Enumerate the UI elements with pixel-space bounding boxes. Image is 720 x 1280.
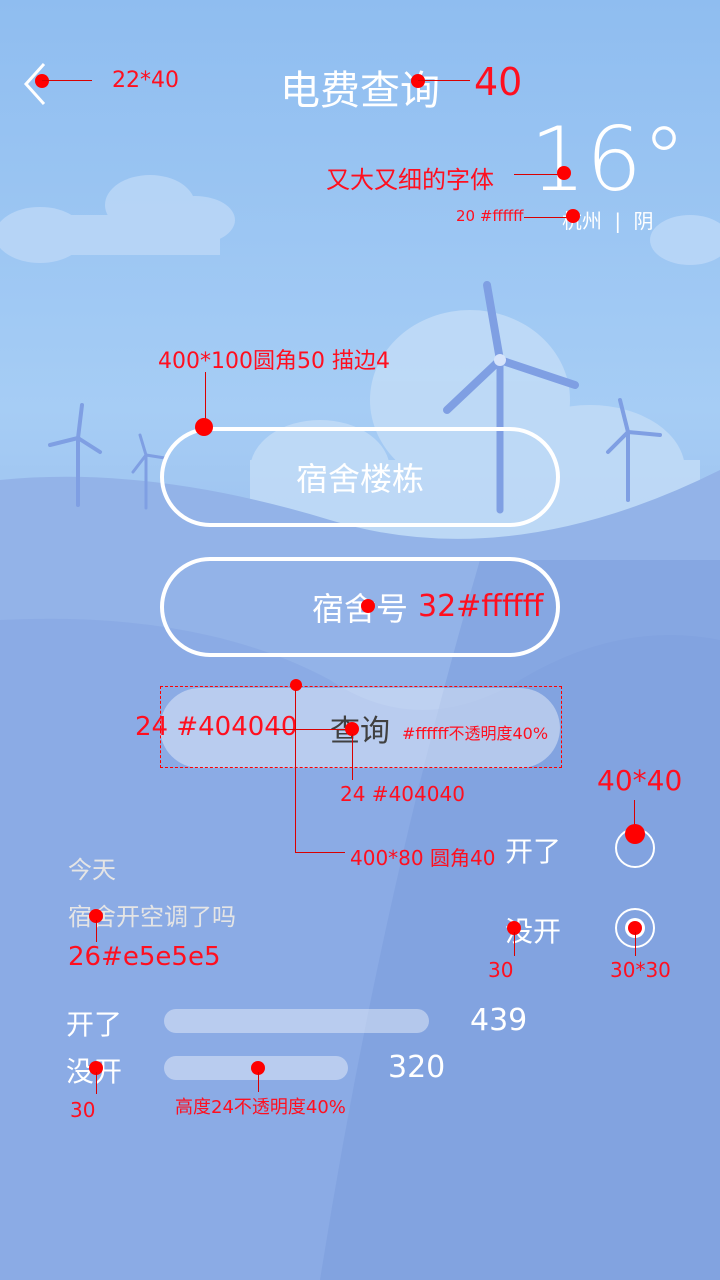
annotation-font-note: 又大又细的字体 [326,166,494,194]
room-label: 宿舍号 [311,590,408,628]
annotation-option-size: 30 [488,958,514,982]
annotation-dot [557,166,571,180]
annotation-line [273,729,345,730]
page-title: 电费查询 [280,68,440,114]
annotation-line [96,920,97,942]
annotation-line [352,734,353,780]
annotation-bar-spec: 高度24不透明度40% [175,1097,346,1118]
annotation-room-spec: 32#ffffff [418,589,544,624]
option-on-label: 开了 [505,835,562,868]
stat-off-count: 320 [388,1050,446,1085]
annotation-line [634,800,635,826]
building-select[interactable]: 宿舍楼栋 [160,427,560,527]
annotation-title-size: 40 [474,60,523,104]
annotation-line [258,1072,259,1092]
separator: | [614,209,622,233]
survey-date-label: 今天 [68,856,116,884]
annotation-radio-inner-size: 30*30 [610,958,671,982]
building-label: 宿舍楼栋 [295,460,424,498]
annotation-pill-spec: 400*100圆角50 描边4 [158,349,390,374]
temperature: 16° [530,108,686,211]
annotation-question-spec: 26#e5e5e5 [68,942,221,972]
stat-on-label: 开了 [66,1008,123,1041]
annotation-dot [195,418,213,436]
annotation-line [295,690,296,852]
annotation-line [635,932,636,956]
annotation-city-note: 20 #ffffff [456,207,524,225]
annotation-radio-size: 40*40 [597,764,683,797]
annotation-line [205,372,206,424]
annotation-dot [566,209,580,223]
annotation-query-right: #ffffff不透明度40% [402,724,549,743]
annotation-dot [361,599,375,613]
annotation-dot [625,824,645,844]
annotation-stat-size: 30 [70,1098,96,1122]
annotation-line [514,932,515,956]
annotation-line [96,1072,97,1094]
stat-on-count: 439 [470,1003,528,1038]
annotation-dot [35,74,49,88]
annotation-line [524,217,568,218]
annotation-back-size: 22*40 [112,68,179,93]
annotation-query-below: 24 #404040 [340,782,465,806]
annotation-line [42,80,92,81]
annotation-line [418,80,470,81]
stat-on-bar [164,1009,429,1033]
annotation-query-spec: 400*80 圆角40 [350,846,496,870]
annotation-query-left: 24 #404040 [135,712,298,742]
annotation-dot [411,74,425,88]
annotation-line [295,852,345,853]
annotation-dot [290,679,302,691]
weather-condition: 阴 [633,209,654,233]
